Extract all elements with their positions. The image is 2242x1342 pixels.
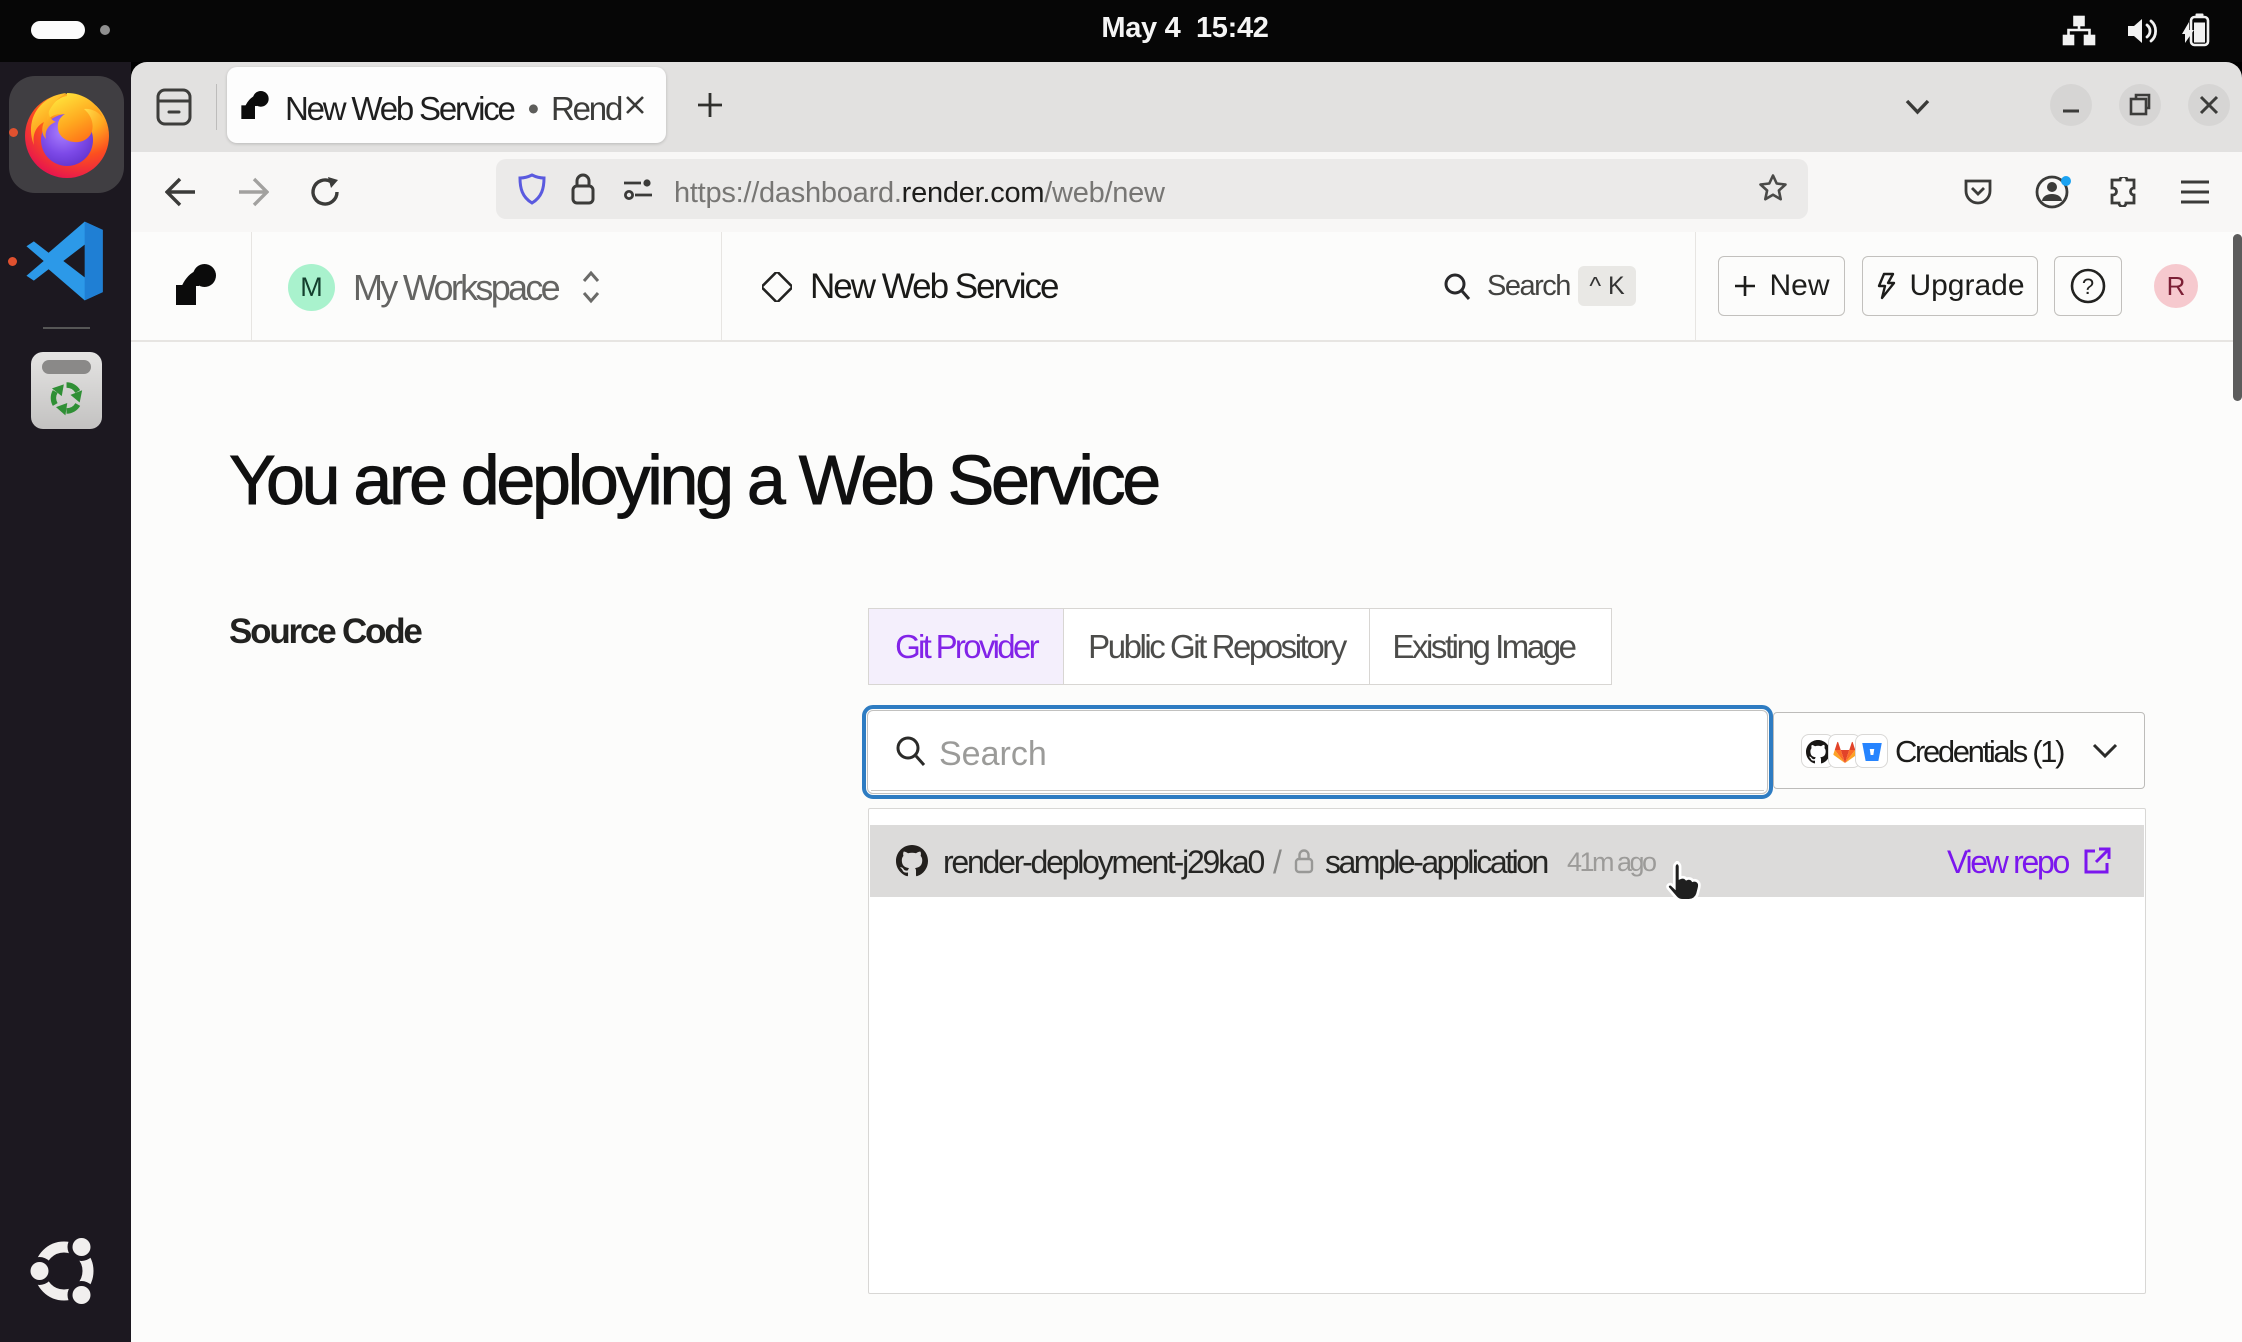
svg-text:?: ? — [2082, 274, 2094, 299]
